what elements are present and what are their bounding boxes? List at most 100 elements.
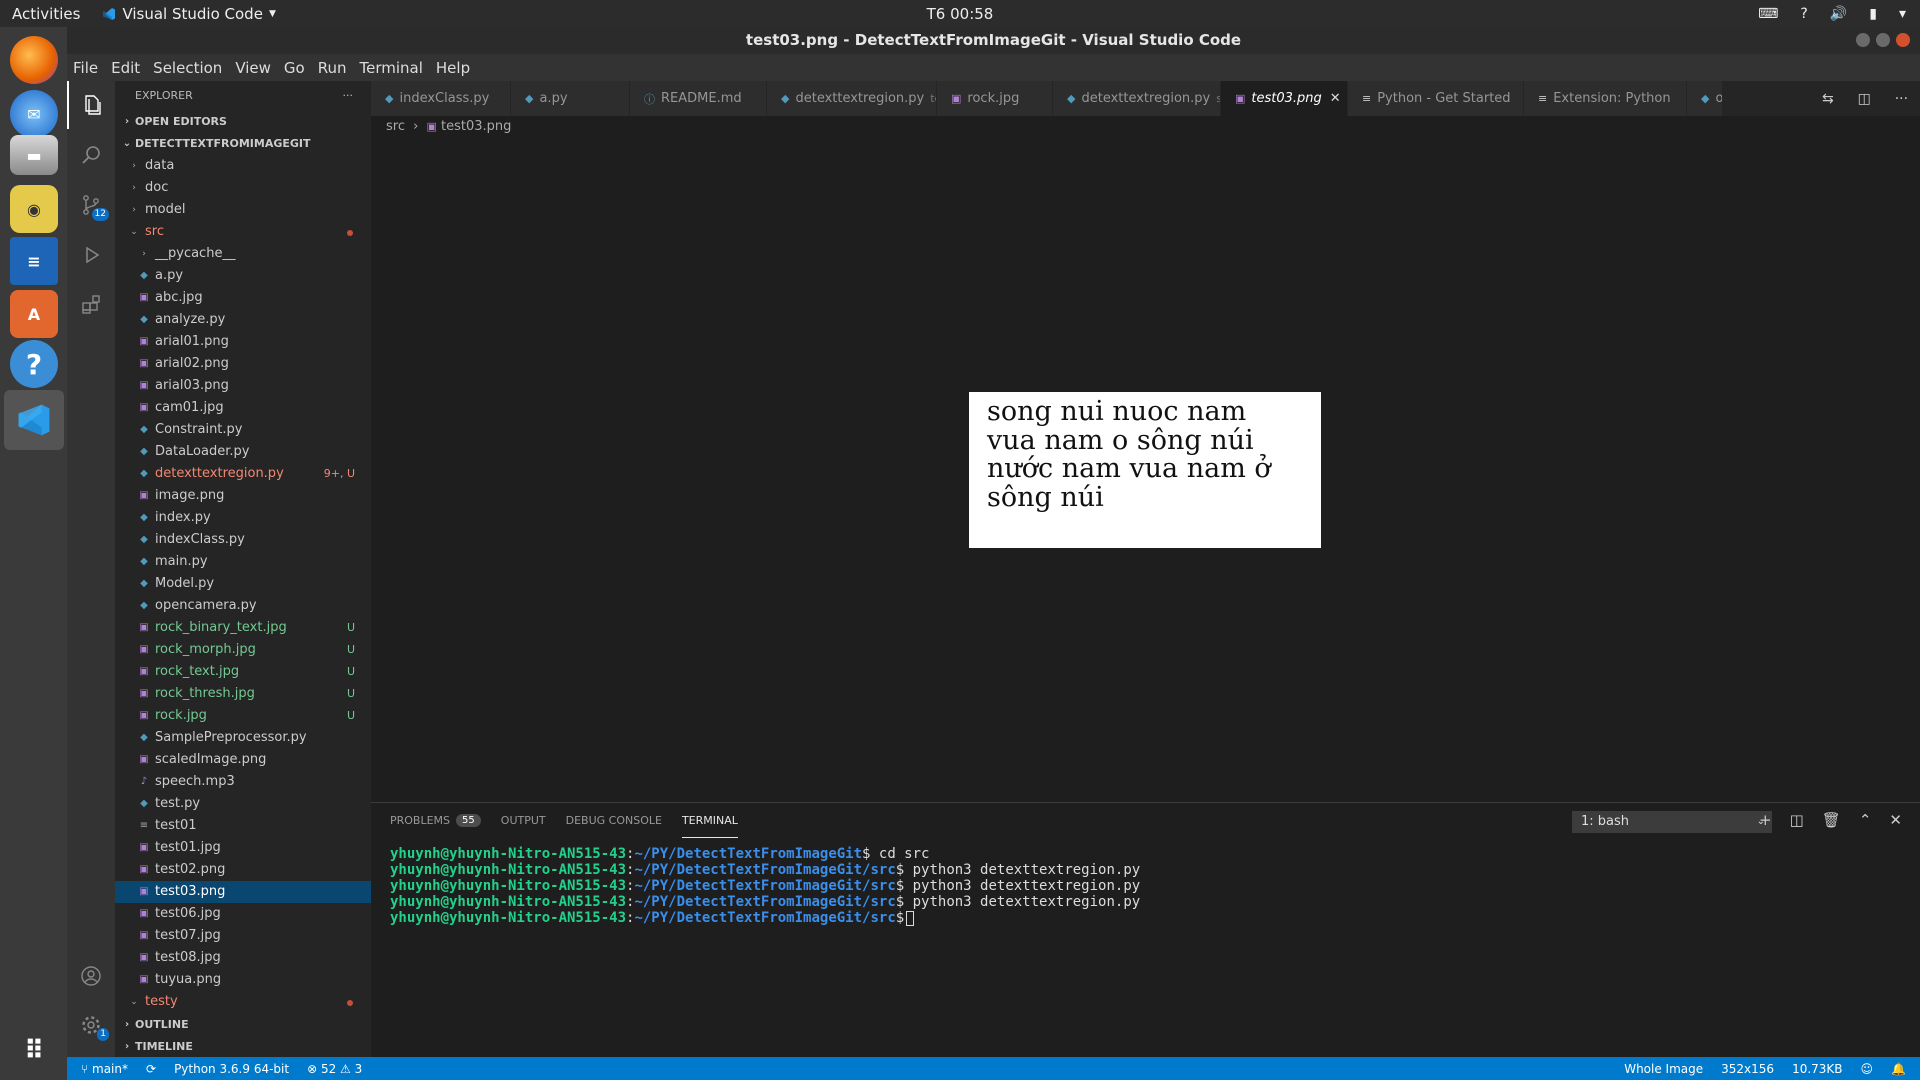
trash-icon[interactable]: 🗑 (1822, 811, 1841, 829)
outline-section[interactable]: › OUTLINE (115, 1014, 371, 1036)
keyboard-icon[interactable]: ⌨ (1758, 6, 1778, 22)
tree-item[interactable]: ♪ speech.mp3 (115, 771, 371, 793)
editor-tab[interactable]: ◆ a.py (511, 81, 630, 116)
tree-item[interactable]: ◆ main.py (115, 551, 371, 573)
tree-item[interactable]: ◆ opencamera.py (115, 595, 371, 617)
maximize-button[interactable] (1876, 33, 1890, 47)
close-button[interactable] (1896, 33, 1910, 47)
editor-tab[interactable]: ▣ test03.png ✕ (1221, 81, 1348, 116)
thunderbird-icon[interactable]: ✉ (10, 90, 58, 138)
help-icon[interactable]: ? (1800, 6, 1807, 22)
accounts-icon[interactable] (67, 952, 115, 1000)
tree-item[interactable]: ▣ abc.jpg (115, 287, 371, 309)
show-apps-icon[interactable]: ⠿ (10, 1027, 58, 1075)
tree-item[interactable]: ▣ test06.jpg (115, 903, 371, 925)
tree-item[interactable]: ▣ rock_morph.jpg U (115, 639, 371, 661)
editor-tab[interactable]: ≡ Extension: Python (1524, 81, 1687, 116)
tree-item[interactable]: ▣ arial01.png (115, 331, 371, 353)
tree-item[interactable]: ▣ rock.jpg U (115, 705, 371, 727)
maximize-panel-icon[interactable]: ⌃ (1859, 811, 1872, 829)
tree-item[interactable]: ▣ test01.jpg (115, 837, 371, 859)
run-debug-icon[interactable] (67, 231, 115, 279)
tree-item[interactable]: › data (115, 155, 371, 177)
tree-item[interactable]: ▣ scaledImage.png (115, 749, 371, 771)
problems-status[interactable]: ⊗ 52 ⚠ 3 (307, 1062, 362, 1076)
more-actions-icon[interactable]: ··· (343, 81, 354, 111)
explorer-icon[interactable] (67, 81, 115, 129)
split-terminal-icon[interactable]: ◫ (1790, 811, 1804, 829)
more-icon[interactable]: ··· (1895, 91, 1908, 107)
tree-item[interactable]: ◆ a.py (115, 265, 371, 287)
menu-help[interactable]: Help (430, 59, 477, 77)
tree-item[interactable]: ▣ rock_text.jpg U (115, 661, 371, 683)
open-changes-icon[interactable]: ⇆ (1822, 91, 1834, 107)
split-editor-icon[interactable]: ◫ (1858, 91, 1871, 107)
feedback-icon[interactable]: ☺ (1861, 1062, 1874, 1076)
tree-item[interactable]: ◆ Model.py (115, 573, 371, 595)
tree-item[interactable]: ◆ SamplePreprocessor.py (115, 727, 371, 749)
tab-terminal[interactable]: TERMINAL (681, 803, 738, 838)
editor-tab[interactable]: ◆ o (1687, 81, 1723, 116)
tree-item[interactable]: ▣ test03.png (115, 881, 371, 903)
new-terminal-icon[interactable]: + (1759, 811, 1772, 829)
editor-tab[interactable]: ◆ detexttextregion.py testy (767, 81, 937, 116)
tree-item[interactable]: ≡ test01 (115, 815, 371, 837)
writer-icon[interactable]: ≡ (10, 237, 58, 285)
tree-item[interactable]: ⌄ src (115, 221, 371, 243)
python-interpreter[interactable]: Python 3.6.9 64-bit (174, 1062, 289, 1076)
software-icon[interactable]: A (10, 290, 58, 338)
tree-item[interactable]: ◆ indexClass.py (115, 529, 371, 551)
zoom-status[interactable]: Whole Image (1624, 1062, 1703, 1076)
settings-gear-icon[interactable]: 1 (67, 1001, 115, 1049)
tab-problems[interactable]: PROBLEMS 55 (390, 803, 481, 838)
tree-item[interactable]: ▣ image.png (115, 485, 371, 507)
close-panel-icon[interactable]: ✕ (1889, 811, 1902, 829)
open-editors-section[interactable]: › OPEN EDITORS (115, 111, 371, 133)
menu-terminal[interactable]: Terminal (354, 59, 430, 77)
firefox-icon[interactable] (10, 36, 58, 84)
tree-item[interactable]: ◆ detexttextregion.py 9+, U (115, 463, 371, 485)
tree-item[interactable]: ◆ analyze.py (115, 309, 371, 331)
tree-item[interactable]: › model (115, 199, 371, 221)
tree-item[interactable]: ▣ test02.png (115, 859, 371, 881)
extensions-icon[interactable] (67, 281, 115, 329)
tab-debug-console[interactable]: DEBUG CONSOLE (566, 803, 662, 838)
editor-tab[interactable]: ≡ Python - Get Started (1348, 81, 1524, 116)
tree-item[interactable]: ▣ cam01.jpg (115, 397, 371, 419)
branch-item[interactable]: ⑂ main* (81, 1062, 128, 1076)
close-tab-icon[interactable]: ✕ (1330, 91, 1341, 106)
tree-item[interactable]: ◆ Constraint.py (115, 419, 371, 441)
minimize-button[interactable] (1856, 33, 1870, 47)
search-icon[interactable] (67, 131, 115, 179)
source-control-icon[interactable]: 12 (67, 181, 115, 229)
breadcrumb-folder[interactable]: src (386, 119, 405, 134)
volume-icon[interactable]: 🔊 (1830, 6, 1847, 22)
tree-item[interactable]: ◆ test.py (115, 793, 371, 815)
files-icon[interactable]: ▬ (10, 135, 58, 175)
tree-item[interactable]: › doc (115, 177, 371, 199)
tree-item[interactable]: ▣ tuyua.png (115, 969, 371, 991)
breadcrumb-file[interactable]: test03.png (441, 119, 511, 134)
menu-selection[interactable]: Selection (147, 59, 229, 77)
menu-view[interactable]: View (229, 59, 278, 77)
battery-icon[interactable]: ▮ (1869, 6, 1877, 22)
tree-item[interactable]: ◆ DataLoader.py (115, 441, 371, 463)
tree-item[interactable]: ▣ rock_binary_text.jpg U (115, 617, 371, 639)
tree-item[interactable]: ▣ test07.jpg (115, 925, 371, 947)
tree-item[interactable]: ▣ rock_thresh.jpg U (115, 683, 371, 705)
tree-item[interactable]: ▣ arial03.png (115, 375, 371, 397)
app-menu[interactable]: Visual Studio Code ▼ (102, 5, 276, 23)
menu-go[interactable]: Go (278, 59, 312, 77)
notifications-icon[interactable]: 🔔 (1891, 1062, 1906, 1076)
timeline-section[interactable]: › TIMELINE (115, 1036, 371, 1058)
power-menu-icon[interactable]: ▾ (1899, 6, 1906, 22)
tree-item[interactable]: ◆ index.py (115, 507, 371, 529)
terminal-select[interactable]: 1: bash ⌄ (1572, 811, 1772, 833)
tree-item[interactable]: ⌄ testy (115, 991, 371, 1013)
rhythmbox-icon[interactable]: ◉ (10, 185, 58, 233)
editor-tab[interactable]: ◆ indexClass.py (371, 81, 511, 116)
editor-tab[interactable]: ◆detexttextregion.pysrc (1053, 81, 1221, 116)
vscode-dock-icon[interactable] (4, 390, 64, 450)
terminal-output[interactable]: yhuynh@yhuynh-Nitro-AN515-43:~/PY/Detect… (371, 838, 1920, 926)
tree-item[interactable]: ▣ test08.jpg (115, 947, 371, 969)
